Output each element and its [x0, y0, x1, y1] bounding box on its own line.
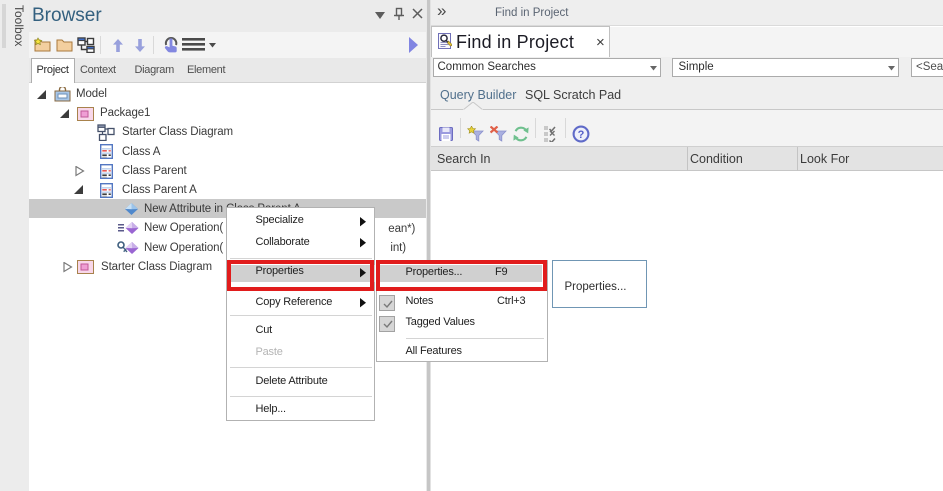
svg-text:?: ?: [578, 129, 585, 141]
